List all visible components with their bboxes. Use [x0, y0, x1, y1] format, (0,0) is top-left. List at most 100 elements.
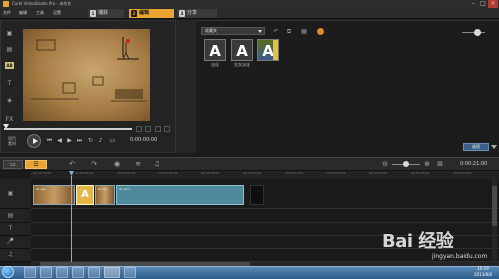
tab-edit-label: 编辑 [139, 10, 150, 16]
library-category-dropdown[interactable]: 收藏夹 [201, 27, 265, 35]
undo-library-icon[interactable]: ↶ [272, 28, 280, 35]
tab-capture[interactable]: 1 捕获 [88, 9, 124, 18]
graphic-icon[interactable]: ◈ [5, 97, 14, 104]
thumb-overlay [273, 40, 278, 60]
timeline-view-button[interactable]: ☰ [25, 160, 47, 169]
empty-clip-slot[interactable] [250, 185, 264, 205]
trim-end-icon[interactable] [145, 126, 151, 132]
voice-track-icon[interactable]: 🎤 [6, 238, 15, 246]
ruler-tick: 00:00:16:00 [369, 171, 388, 175]
thumb-glyph: A [209, 42, 221, 60]
thumb-label: 交叉淡化 [234, 62, 250, 67]
app-logo-icon [3, 1, 9, 7]
minimize-icon[interactable]: – [468, 0, 478, 8]
video-clip[interactable]: 01.wmv [116, 185, 244, 205]
ruler-tick: 00:00:10:00 [243, 171, 262, 175]
sound-mixer-icon[interactable]: ≋ [134, 160, 142, 168]
timeline-vscroll-thumb[interactable] [492, 186, 497, 226]
apply-icon[interactable]: ▦ [300, 28, 308, 35]
apply-random-icon[interactable] [317, 28, 324, 35]
split-clip-icon[interactable] [155, 126, 161, 132]
previous-frame-icon[interactable]: ◀ [56, 137, 63, 144]
taskbar-app-explorer[interactable] [24, 267, 36, 278]
baidu-watermark: Bai 经验 jingyan.baidu.com [382, 232, 498, 266]
menu-edit[interactable]: 编辑 [19, 8, 27, 18]
ruler-tick: 00:00:18:00 [411, 171, 430, 175]
volume-icon[interactable]: ♪ [97, 137, 104, 144]
options-button[interactable]: 选项 [463, 143, 489, 151]
zoom-out-icon[interactable]: ⊖ [381, 160, 389, 168]
overlay-track-header[interactable] [0, 209, 31, 223]
scrub-handle[interactable] [3, 124, 9, 129]
thumbnail-size-knob[interactable] [474, 29, 481, 36]
watermark-url: jingyan.baidu.com [432, 253, 488, 260]
import-icon[interactable]: ⧉ [285, 28, 293, 35]
video-track-icon[interactable]: ▣ [6, 190, 15, 198]
redo-icon[interactable]: ↷ [90, 160, 98, 168]
step-number: 2 [131, 10, 137, 17]
expand-icon[interactable] [164, 126, 170, 132]
taskbar-app-videostudio[interactable] [104, 267, 120, 278]
fit-project-icon[interactable]: ⊞ [436, 160, 444, 168]
next-frame-icon[interactable]: ▶ [66, 137, 73, 144]
home-icon[interactable]: ⏮ [46, 137, 53, 144]
tab-share[interactable]: 3 分享 [177, 9, 217, 18]
storyboard-view-button[interactable]: ▭ [3, 160, 23, 169]
taskbar-app-ie[interactable] [88, 267, 100, 278]
transition-thumb-crossfade[interactable]: A [231, 39, 253, 61]
end-icon[interactable]: ⏭ [76, 137, 83, 144]
music-track-header[interactable] [0, 249, 31, 262]
taskbar-app-folder[interactable] [72, 267, 84, 278]
menu-tools[interactable]: 工具 [36, 8, 44, 18]
title-track-icon[interactable]: T [6, 225, 15, 233]
menu-settings[interactable]: 设置 [53, 8, 61, 18]
trim-start-icon[interactable] [136, 126, 142, 132]
tab-edit[interactable]: 2 编辑 [129, 9, 174, 18]
taskbar-app-other[interactable] [124, 267, 136, 278]
taskbar-clock[interactable]: 10:19 2013/8/8 [469, 266, 497, 279]
transition-thumb-fade[interactable]: A [204, 39, 226, 61]
start-button[interactable] [2, 266, 14, 278]
ruler-tick: 00:00:12:00 [285, 171, 304, 175]
close-icon[interactable]: × [488, 0, 498, 8]
hd-icon[interactable]: ▭ [109, 137, 116, 144]
transition-icon[interactable]: AB [5, 62, 14, 69]
instant-project-icon[interactable]: ▤ [5, 46, 14, 53]
play-button[interactable] [27, 134, 41, 148]
thumb-label: 淡化 [211, 62, 219, 67]
record-capture-icon[interactable]: ◉ [113, 160, 121, 168]
overlay-track-icon[interactable]: ▤ [6, 212, 15, 220]
timeline-zoom-knob[interactable] [403, 161, 409, 167]
filter-icon[interactable]: FX [5, 116, 14, 123]
video-track-header[interactable] [0, 179, 31, 209]
tab-share-label: 分享 [187, 10, 198, 16]
thumb-glyph: A [236, 42, 248, 60]
repeat-icon[interactable]: ↻ [87, 137, 94, 144]
clip-name: 02.jpg [98, 187, 108, 191]
library-categories [176, 20, 196, 153]
zoom-in-icon[interactable]: ⊕ [423, 160, 431, 168]
maximize-icon[interactable]: □ [478, 0, 488, 8]
voice-track-header[interactable] [0, 236, 31, 249]
title-icon[interactable]: T [5, 80, 14, 87]
title-track-header[interactable] [0, 223, 31, 236]
menu-file[interactable]: 文件 [3, 8, 11, 18]
undo-icon[interactable]: ↶ [68, 160, 76, 168]
music-track-icon[interactable]: ♫ [6, 251, 15, 259]
video-clip[interactable]: 01.jpg [33, 185, 75, 205]
media-icon[interactable]: ▣ [5, 30, 14, 37]
project-clip-mode-label[interactable]: 项目 素材 [4, 136, 20, 146]
options-chevron-icon[interactable] [491, 145, 497, 149]
transition-thumb-3[interactable]: A [257, 39, 279, 61]
transition-clip-selected[interactable]: A [76, 185, 94, 205]
ruler-tick: 00:00:00:00 [33, 171, 52, 175]
preview-window[interactable] [23, 29, 150, 121]
scrub-bar[interactable] [4, 128, 132, 130]
overlay-track[interactable] [31, 209, 499, 223]
player-timecode[interactable]: 0:00:00:00 [130, 137, 157, 144]
taskbar-app-browser[interactable] [56, 267, 68, 278]
video-clip[interactable]: 02.jpg [95, 185, 115, 205]
window-title: Corel VideoStudio Pro - 未命名 [12, 1, 72, 6]
auto-music-icon[interactable]: ♫ [153, 160, 161, 168]
taskbar-app-media[interactable] [40, 267, 52, 278]
